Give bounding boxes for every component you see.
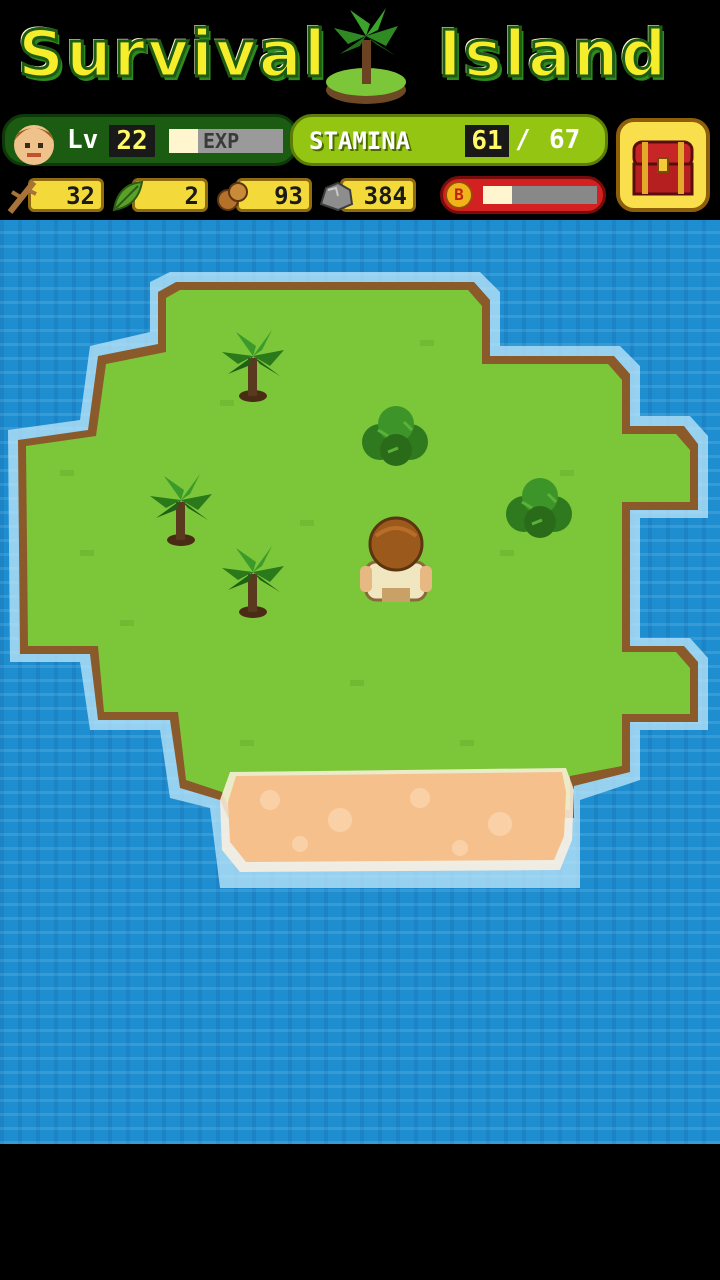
island-terrain xyxy=(8,272,708,888)
bush[interactable] xyxy=(358,402,434,472)
player-character[interactable] xyxy=(358,516,434,606)
stone-icon xyxy=(319,181,354,212)
title-word-survival: Survival xyxy=(17,18,328,92)
title-word-island: Island xyxy=(436,18,669,92)
level-panel: Lv 22 EXP xyxy=(2,114,298,166)
palm-tree[interactable] xyxy=(218,328,288,404)
exp-bar-fill xyxy=(169,129,198,153)
resource-stone-count: 384 xyxy=(363,182,407,210)
resource-branch-count: 32 xyxy=(66,182,95,210)
treasure-chest-button[interactable] xyxy=(616,118,710,212)
branch-icon xyxy=(7,180,37,214)
stamina-label: STAMINA xyxy=(309,127,411,155)
boost-track xyxy=(483,186,597,204)
stamina-separator: / xyxy=(515,125,531,155)
leaf-icon xyxy=(112,180,144,212)
boost-bar: B xyxy=(440,176,606,214)
boost-coin-icon: B xyxy=(445,181,473,209)
status-hud: Lv 22 EXP STAMINA 61 / 67 32 2 93 384 B xyxy=(0,110,720,220)
title-palm-island-icon xyxy=(320,6,412,110)
level-value: 22 xyxy=(109,125,155,157)
boost-fill xyxy=(483,186,512,204)
treasure-chest-icon xyxy=(632,140,694,196)
level-label: Lv xyxy=(67,125,99,155)
stamina-max: 67 xyxy=(549,125,581,155)
stamina-current: 61 xyxy=(465,125,509,157)
exp-label: EXP xyxy=(203,129,240,153)
player-avatar xyxy=(7,115,61,169)
bush[interactable] xyxy=(502,474,578,544)
nut-icon xyxy=(217,182,248,211)
game-title-banner: Survival Island xyxy=(0,0,720,110)
palm-tree[interactable] xyxy=(146,472,216,548)
island-map[interactable] xyxy=(0,220,720,1144)
exp-bar: EXP xyxy=(169,129,283,153)
resource-nut-count: 93 xyxy=(274,182,303,210)
stamina-panel: STAMINA 61 / 67 xyxy=(290,114,608,166)
palm-tree[interactable] xyxy=(218,544,288,620)
resource-leaf-count: 2 xyxy=(184,182,199,210)
bottom-letterbox xyxy=(0,1144,720,1280)
